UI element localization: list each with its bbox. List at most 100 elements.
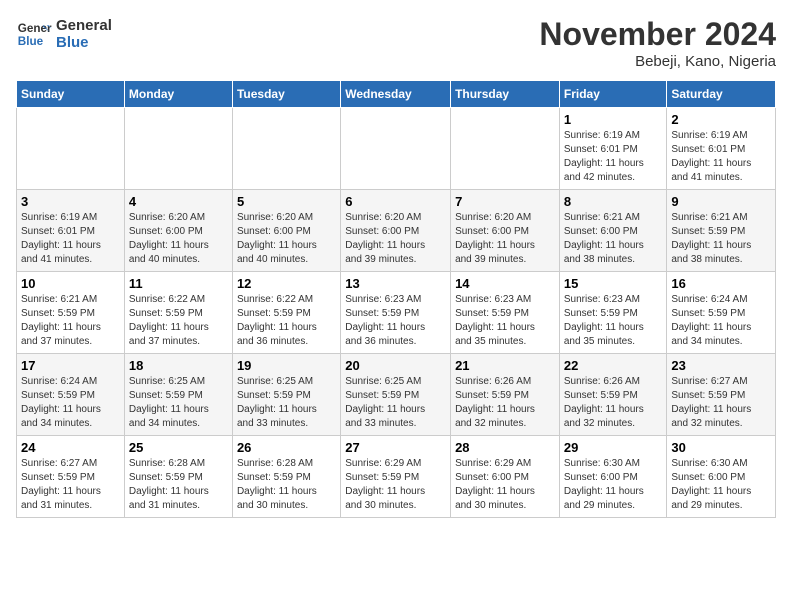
day-cell: 1 Sunrise: 6:19 AM Sunset: 6:01 PM Daylig… xyxy=(559,108,667,190)
day-cell: 6 Sunrise: 6:20 AM Sunset: 6:00 PM Daylig… xyxy=(341,190,451,272)
month-title: November 2024 xyxy=(539,16,776,53)
day-info: Sunrise: 6:26 AM Sunset: 5:59 PM Dayligh… xyxy=(564,375,663,431)
day-cell: 3 Sunrise: 6:19 AM Sunset: 6:01 PM Daylig… xyxy=(17,190,125,272)
day-cell: 2 Sunrise: 6:19 AM Sunset: 6:01 PM Daylig… xyxy=(667,108,776,190)
day-cell: 17 Sunrise: 6:24 AM Sunset: 5:59 PM Dayli… xyxy=(17,354,125,436)
day-cell: 16Sunrise: 6:24 AM Sunset: 5:59 PM Dayli… xyxy=(667,272,776,354)
day-info: Sunrise: 6:24 AM Sunset: 5:59 PM Dayligh… xyxy=(21,375,120,431)
day-cell: 7Sunrise: 6:20 AM Sunset: 6:00 PM Daylig… xyxy=(451,190,560,272)
day-info: Sunrise: 6:29 AM Sunset: 5:59 PM Dayligh… xyxy=(345,457,446,513)
day-cell: 20 Sunrise: 6:25 AM Sunset: 5:59 PM Dayli… xyxy=(341,354,451,436)
page-header: General Blue General Blue November 2024 … xyxy=(16,16,776,70)
day-cell: 13 Sunrise: 6:23 AM Sunset: 5:59 PM Dayli… xyxy=(341,272,451,354)
day-cell: 23 Sunrise: 6:27 AM Sunset: 5:59 PM Dayli… xyxy=(667,354,776,436)
day-info: Sunrise: 6:21 AM Sunset: 5:59 PM Dayligh… xyxy=(21,293,120,349)
week-row-2: 3 Sunrise: 6:19 AM Sunset: 6:01 PM Daylig… xyxy=(17,190,776,272)
day-number: 8 xyxy=(564,194,663,209)
day-info: Sunrise: 6:30 AM Sunset: 6:00 PM Dayligh… xyxy=(671,457,771,513)
day-cell: 11Sunrise: 6:22 AM Sunset: 5:59 PM Dayli… xyxy=(124,272,232,354)
day-number: 4 xyxy=(129,194,228,209)
day-cell: 26 Sunrise: 6:28 AM Sunset: 5:59 PM Dayli… xyxy=(232,436,340,518)
day-info: Sunrise: 6:23 AM Sunset: 5:59 PM Dayligh… xyxy=(345,293,446,349)
day-number: 21 xyxy=(455,358,555,373)
day-cell: 25Sunrise: 6:28 AM Sunset: 5:59 PM Dayli… xyxy=(124,436,232,518)
day-cell: 27 Sunrise: 6:29 AM Sunset: 5:59 PM Dayli… xyxy=(341,436,451,518)
day-cell: 21 Sunrise: 6:26 AM Sunset: 5:59 PM Dayli… xyxy=(451,354,560,436)
day-info: Sunrise: 6:21 AM Sunset: 5:59 PM Dayligh… xyxy=(671,211,771,267)
day-number: 15 xyxy=(564,276,663,291)
title-area: November 2024 Bebeji, Kano, Nigeria xyxy=(539,16,776,70)
day-number: 12 xyxy=(237,276,336,291)
day-cell: 9 Sunrise: 6:21 AM Sunset: 5:59 PM Daylig… xyxy=(667,190,776,272)
day-number: 7 xyxy=(455,194,555,209)
col-header-friday: Friday xyxy=(559,81,667,108)
day-number: 29 xyxy=(564,440,663,455)
day-cell: 19Sunrise: 6:25 AM Sunset: 5:59 PM Dayli… xyxy=(232,354,340,436)
day-info: Sunrise: 6:20 AM Sunset: 6:00 PM Dayligh… xyxy=(237,211,336,267)
day-cell: 8 Sunrise: 6:21 AM Sunset: 6:00 PM Daylig… xyxy=(559,190,667,272)
day-info: Sunrise: 6:28 AM Sunset: 5:59 PM Dayligh… xyxy=(129,457,228,513)
day-cell xyxy=(451,108,560,190)
day-info: Sunrise: 6:26 AM Sunset: 5:59 PM Dayligh… xyxy=(455,375,555,431)
day-info: Sunrise: 6:27 AM Sunset: 5:59 PM Dayligh… xyxy=(671,375,771,431)
day-number: 23 xyxy=(671,358,771,373)
calendar-table: SundayMondayTuesdayWednesdayThursdayFrid… xyxy=(16,80,776,518)
day-number: 1 xyxy=(564,112,663,127)
day-info: Sunrise: 6:22 AM Sunset: 5:59 PM Dayligh… xyxy=(237,293,336,349)
day-number: 13 xyxy=(345,276,446,291)
week-row-5: 24Sunrise: 6:27 AM Sunset: 5:59 PM Dayli… xyxy=(17,436,776,518)
day-number: 27 xyxy=(345,440,446,455)
day-info: Sunrise: 6:29 AM Sunset: 6:00 PM Dayligh… xyxy=(455,457,555,513)
header-row: SundayMondayTuesdayWednesdayThursdayFrid… xyxy=(17,81,776,108)
day-number: 26 xyxy=(237,440,336,455)
day-info: Sunrise: 6:21 AM Sunset: 6:00 PM Dayligh… xyxy=(564,211,663,267)
day-number: 19 xyxy=(237,358,336,373)
day-info: Sunrise: 6:20 AM Sunset: 6:00 PM Dayligh… xyxy=(345,211,446,267)
day-info: Sunrise: 6:25 AM Sunset: 5:59 PM Dayligh… xyxy=(129,375,228,431)
day-info: Sunrise: 6:23 AM Sunset: 5:59 PM Dayligh… xyxy=(455,293,555,349)
day-number: 2 xyxy=(671,112,771,127)
logo-general: General xyxy=(56,17,112,34)
day-info: Sunrise: 6:20 AM Sunset: 6:00 PM Dayligh… xyxy=(129,211,228,267)
day-number: 5 xyxy=(237,194,336,209)
col-header-thursday: Thursday xyxy=(451,81,560,108)
day-cell: 30Sunrise: 6:30 AM Sunset: 6:00 PM Dayli… xyxy=(667,436,776,518)
day-cell: 10 Sunrise: 6:21 AM Sunset: 5:59 PM Dayli… xyxy=(17,272,125,354)
day-cell: 29Sunrise: 6:30 AM Sunset: 6:00 PM Dayli… xyxy=(559,436,667,518)
day-info: Sunrise: 6:19 AM Sunset: 6:01 PM Dayligh… xyxy=(671,129,771,185)
day-info: Sunrise: 6:27 AM Sunset: 5:59 PM Dayligh… xyxy=(21,457,120,513)
day-info: Sunrise: 6:19 AM Sunset: 6:01 PM Dayligh… xyxy=(21,211,120,267)
col-header-wednesday: Wednesday xyxy=(341,81,451,108)
day-cell xyxy=(341,108,451,190)
day-cell: 5 Sunrise: 6:20 AM Sunset: 6:00 PM Daylig… xyxy=(232,190,340,272)
day-info: Sunrise: 6:23 AM Sunset: 5:59 PM Dayligh… xyxy=(564,293,663,349)
day-number: 6 xyxy=(345,194,446,209)
day-info: Sunrise: 6:28 AM Sunset: 5:59 PM Dayligh… xyxy=(237,457,336,513)
day-number: 17 xyxy=(21,358,120,373)
day-number: 16 xyxy=(671,276,771,291)
logo-icon: General Blue xyxy=(16,16,52,52)
day-cell: 18 Sunrise: 6:25 AM Sunset: 5:59 PM Dayli… xyxy=(124,354,232,436)
day-cell: 28 Sunrise: 6:29 AM Sunset: 6:00 PM Dayli… xyxy=(451,436,560,518)
day-number: 18 xyxy=(129,358,228,373)
day-number: 11 xyxy=(129,276,228,291)
day-number: 10 xyxy=(21,276,120,291)
svg-text:Blue: Blue xyxy=(18,35,44,48)
day-cell: 22Sunrise: 6:26 AM Sunset: 5:59 PM Dayli… xyxy=(559,354,667,436)
col-header-monday: Monday xyxy=(124,81,232,108)
day-cell: 15 Sunrise: 6:23 AM Sunset: 5:59 PM Dayli… xyxy=(559,272,667,354)
day-number: 9 xyxy=(671,194,771,209)
logo-blue: Blue xyxy=(56,34,112,51)
day-info: Sunrise: 6:25 AM Sunset: 5:59 PM Dayligh… xyxy=(345,375,446,431)
day-cell xyxy=(124,108,232,190)
day-cell: 12 Sunrise: 6:22 AM Sunset: 5:59 PM Dayli… xyxy=(232,272,340,354)
week-row-3: 10 Sunrise: 6:21 AM Sunset: 5:59 PM Dayli… xyxy=(17,272,776,354)
day-cell: 4 Sunrise: 6:20 AM Sunset: 6:00 PM Daylig… xyxy=(124,190,232,272)
day-info: Sunrise: 6:19 AM Sunset: 6:01 PM Dayligh… xyxy=(564,129,663,185)
day-cell xyxy=(232,108,340,190)
day-cell: 24Sunrise: 6:27 AM Sunset: 5:59 PM Dayli… xyxy=(17,436,125,518)
week-row-1: 1 Sunrise: 6:19 AM Sunset: 6:01 PM Daylig… xyxy=(17,108,776,190)
day-number: 20 xyxy=(345,358,446,373)
day-number: 3 xyxy=(21,194,120,209)
day-number: 28 xyxy=(455,440,555,455)
